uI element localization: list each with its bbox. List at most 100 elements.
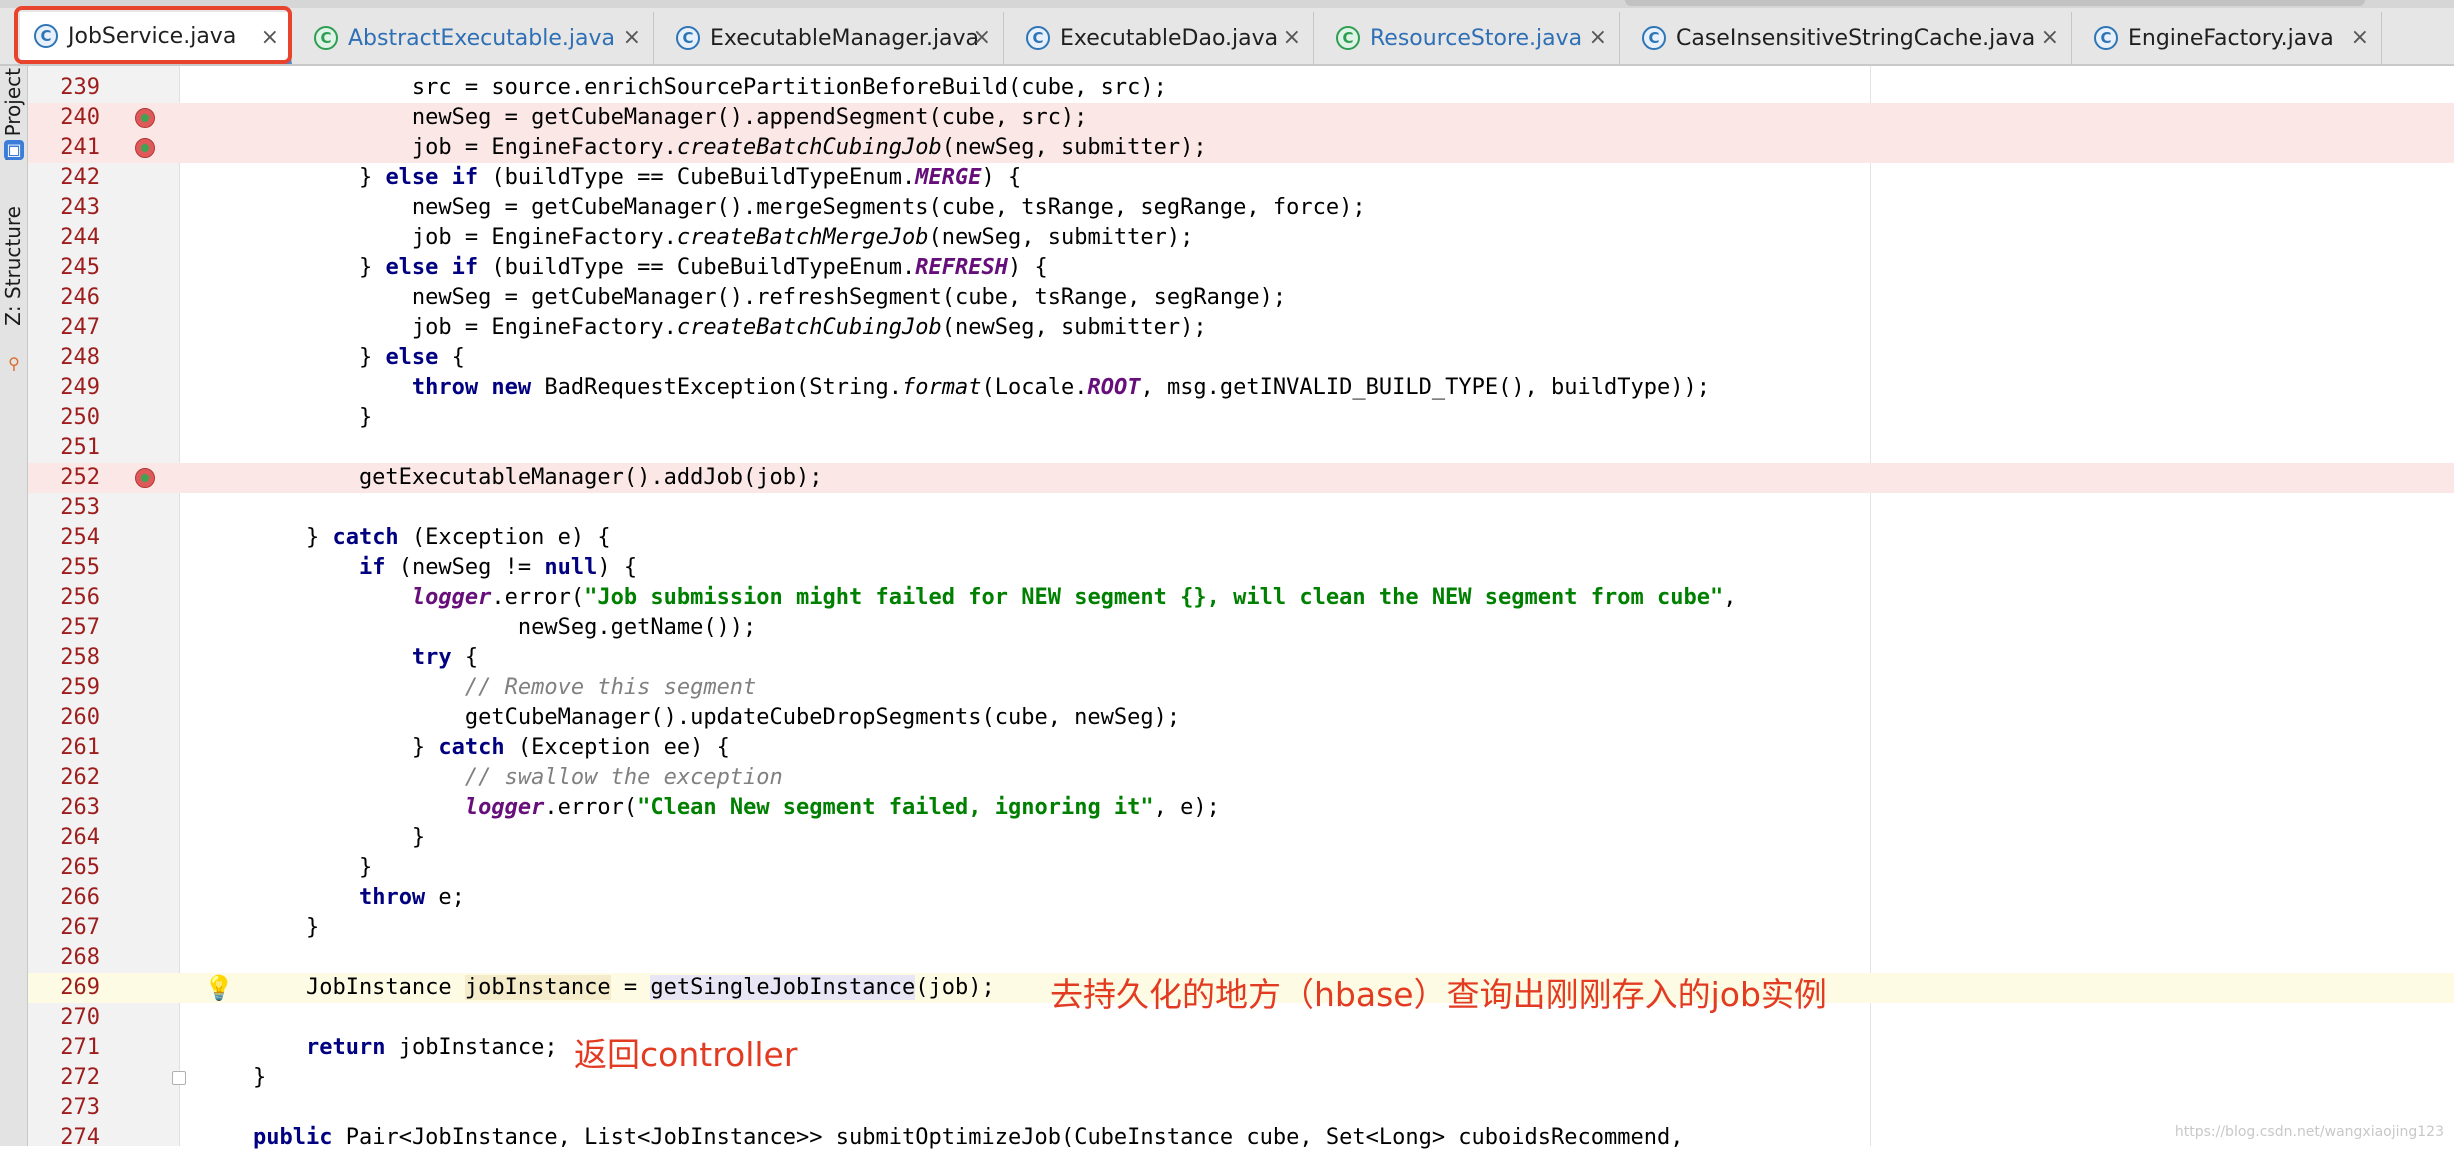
line-number[interactable]: 252 [28, 463, 100, 493]
line-number[interactable]: 268 [28, 943, 100, 973]
code-line[interactable]: 258 try { [28, 643, 2454, 673]
code-line[interactable]: 267 } [28, 913, 2454, 943]
tool-window-strip: 1: Project ▣ Z: Structure ⚲ [0, 66, 28, 1146]
tab-jobservice[interactable]: C JobService.java × [20, 12, 292, 64]
code-line[interactable]: 243 newSeg = getCubeManager().mergeSegme… [28, 193, 2454, 223]
code-line[interactable]: 262 // swallow the exception [28, 763, 2454, 793]
close-tab-icon[interactable]: × [2041, 25, 2059, 50]
line-number[interactable]: 263 [28, 793, 100, 823]
code-line[interactable]: 256 logger.error("Job submission might f… [28, 583, 2454, 613]
code-line[interactable]: 240 newSeg = getCubeManager().appendSegm… [28, 103, 2454, 133]
line-number[interactable]: 249 [28, 373, 100, 403]
code-line[interactable]: 251 [28, 433, 2454, 463]
line-number[interactable]: 273 [28, 1093, 100, 1123]
code-line[interactable]: 242 } else if (buildType == CubeBuildTyp… [28, 163, 2454, 193]
line-number[interactable]: 257 [28, 613, 100, 643]
close-tab-icon[interactable]: × [1283, 25, 1301, 50]
line-number[interactable]: 247 [28, 313, 100, 343]
project-folder-icon[interactable]: ▣ [4, 140, 24, 160]
breakpoint-icon[interactable] [135, 468, 155, 488]
code-line[interactable]: 271 return jobInstance; [28, 1033, 2454, 1063]
line-number[interactable]: 262 [28, 763, 100, 793]
code-token: e; [425, 885, 465, 910]
fold-marker-icon[interactable] [172, 1071, 186, 1085]
tab-executabledao[interactable]: C ExecutableDao.java × [1012, 12, 1314, 64]
code-line[interactable]: 247 job = EngineFactory.createBatchCubin… [28, 313, 2454, 343]
line-number[interactable]: 261 [28, 733, 100, 763]
line-number[interactable]: 271 [28, 1033, 100, 1063]
tab-enginefactory[interactable]: C EngineFactory.java × [2080, 12, 2382, 64]
line-number[interactable]: 259 [28, 673, 100, 703]
code-line[interactable]: 244 job = EngineFactory.createBatchMerge… [28, 223, 2454, 253]
breakpoint-icon[interactable] [135, 138, 155, 158]
code-line[interactable]: 246 newSeg = getCubeManager().refreshSeg… [28, 283, 2454, 313]
close-tab-icon[interactable]: × [623, 25, 641, 50]
code-line[interactable]: 252 getExecutableManager().addJob(job); [28, 463, 2454, 493]
code-line[interactable]: 265 } [28, 853, 2454, 883]
line-number[interactable]: 256 [28, 583, 100, 613]
line-number[interactable]: 272 [28, 1063, 100, 1093]
code-line[interactable]: 263 logger.error("Clean New segment fail… [28, 793, 2454, 823]
close-tab-icon[interactable]: × [1589, 25, 1607, 50]
tab-executablemanager[interactable]: C ExecutableManager.java × [662, 12, 1004, 64]
line-number[interactable]: 258 [28, 643, 100, 673]
class-c-icon: C [1026, 26, 1050, 50]
code-token: .error( [491, 585, 585, 610]
code-line[interactable]: 255 if (newSeg != null) { [28, 553, 2454, 583]
line-number[interactable]: 240 [28, 103, 100, 133]
code-line[interactable]: 241 job = EngineFactory.createBatchCubin… [28, 133, 2454, 163]
code-line[interactable]: 273 [28, 1093, 2454, 1123]
line-number[interactable]: 243 [28, 193, 100, 223]
code-line[interactable]: 249 throw new BadRequestException(String… [28, 373, 2454, 403]
line-number[interactable]: 255 [28, 553, 100, 583]
code-line[interactable]: 260 getCubeManager().updateCubeDropSegme… [28, 703, 2454, 733]
code-token: public [252, 1125, 333, 1150]
code-line[interactable]: 254 } catch (Exception e) { [28, 523, 2454, 553]
line-number[interactable]: 269 [28, 973, 100, 1003]
tab-resourcestore[interactable]: C ResourceStore.java × [1322, 12, 1620, 64]
code-text: throw new BadRequestException(String.for… [200, 373, 1710, 403]
line-number[interactable]: 244 [28, 223, 100, 253]
line-number[interactable]: 254 [28, 523, 100, 553]
line-number[interactable]: 250 [28, 403, 100, 433]
code-line[interactable]: 239 src = source.enrichSourcePartitionBe… [28, 73, 2454, 103]
line-number[interactable]: 246 [28, 283, 100, 313]
line-number[interactable]: 242 [28, 163, 100, 193]
code-line[interactable]: 250 } [28, 403, 2454, 433]
code-token: } [200, 1065, 267, 1090]
code-token: ROOT [1087, 375, 1141, 400]
code-line[interactable]: 266 throw e; [28, 883, 2454, 913]
line-number[interactable]: 248 [28, 343, 100, 373]
line-number[interactable]: 265 [28, 853, 100, 883]
code-line[interactable]: 245 } else if (buildType == CubeBuildTyp… [28, 253, 2454, 283]
code-line[interactable]: 264 } [28, 823, 2454, 853]
close-tab-icon[interactable]: × [261, 25, 279, 50]
code-line[interactable]: 261 } catch (Exception ee) { [28, 733, 2454, 763]
line-number[interactable]: 245 [28, 253, 100, 283]
line-number[interactable]: 260 [28, 703, 100, 733]
code-line[interactable]: 253 [28, 493, 2454, 523]
line-number[interactable]: 270 [28, 1003, 100, 1033]
line-number[interactable]: 241 [28, 133, 100, 163]
close-tab-icon[interactable]: × [2351, 25, 2369, 50]
line-number[interactable]: 267 [28, 913, 100, 943]
tab-abstractexecutable[interactable]: C AbstractExecutable.java × [300, 12, 654, 64]
line-number[interactable]: 274 [28, 1123, 100, 1153]
breakpoint-icon[interactable] [135, 108, 155, 128]
code-line[interactable]: 248 } else { [28, 343, 2454, 373]
line-number[interactable]: 251 [28, 433, 100, 463]
code-line[interactable]: 257 newSeg.getName()); [28, 613, 2454, 643]
structure-tool-button[interactable]: Z: Structure [1, 206, 25, 326]
tab-caseinsensitivestringcache[interactable]: C CaseInsensitiveStringCache.java × [1628, 12, 2072, 64]
code-line[interactable]: 274 public Pair<JobInstance, List<JobIns… [28, 1123, 2454, 1153]
line-number[interactable]: 239 [28, 73, 100, 103]
code-text: throw e; [200, 883, 465, 913]
code-line[interactable]: 272 } [28, 1063, 2454, 1093]
line-number[interactable]: 264 [28, 823, 100, 853]
structure-tree-icon[interactable]: ⚲ [4, 354, 24, 374]
line-number[interactable]: 253 [28, 493, 100, 523]
close-tab-icon[interactable]: × [973, 25, 991, 50]
line-number[interactable]: 266 [28, 883, 100, 913]
code-line[interactable]: 259 // Remove this segment [28, 673, 2454, 703]
